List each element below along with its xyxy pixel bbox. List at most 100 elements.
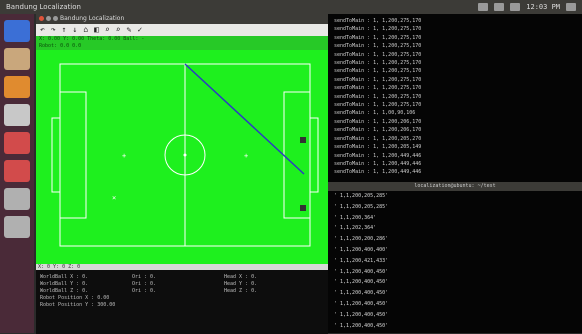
terminal-line: sendToMain : 1, 1,200,205,270 xyxy=(334,135,422,142)
ubuntu-logo-icon[interactable] xyxy=(4,20,30,42)
terminal-line: sendToMain : 1, 1,200,275,170 xyxy=(334,26,422,33)
right-penalty-mark: + xyxy=(244,152,248,160)
toolbar-button-4[interactable]: ⌂ xyxy=(83,24,88,36)
right-goal xyxy=(309,117,319,193)
terminal-line: sendToMain : 1, 1,200,205,149 xyxy=(334,144,422,151)
soccer-field-canvas[interactable]: + + × xyxy=(36,50,328,264)
terminal-line: sendToMain : 1, 1,200,275,170 xyxy=(334,68,422,75)
terminal-line: ' 1,1,200,400,450' xyxy=(334,311,389,318)
terminal-icon[interactable] xyxy=(4,188,30,210)
info-cell: Head Z : 0. xyxy=(224,288,258,294)
info-row: Robot Position Y : 300.00 xyxy=(40,302,324,309)
close-icon[interactable] xyxy=(39,16,44,21)
info-cell: Robot Position X : 0.00 xyxy=(40,295,110,301)
terminal-line: ' 1,1,200,400,450' xyxy=(334,300,389,307)
info-panel: WorldBall X : 0. Ori : 0. Head X : 0. World… xyxy=(36,270,328,334)
system-tray: 12:03 PM xyxy=(478,0,576,14)
terminal-line: sendToMain : 1, 1,200,275,170 xyxy=(334,60,422,67)
info-cell: Robot Position Y : 300.00 xyxy=(40,302,116,308)
terminal-line: sendToMain : 1, 1,200,275,170 xyxy=(334,51,422,58)
info-cell: WorldBall X : 0. xyxy=(40,274,89,280)
mail-icon[interactable] xyxy=(478,3,489,11)
toolbar-button-0[interactable]: ↶ xyxy=(40,24,45,36)
terminal-line: sendToMain : 1, 1,200,206,170 xyxy=(334,127,422,134)
launcher-sidebar xyxy=(0,14,34,333)
clock[interactable]: 12:03 PM xyxy=(526,0,560,14)
workspace-icon[interactable] xyxy=(4,216,30,238)
network-icon[interactable] xyxy=(494,3,505,11)
toolbar-button-5[interactable]: ◧ xyxy=(94,24,99,36)
info-row: WorldBall Y : 0. Ori : 0. Head Y : 0. xyxy=(40,281,324,288)
app-title: Bandung Localization xyxy=(60,15,125,22)
app-titlebar: Bandung Localization xyxy=(36,14,328,24)
toolbar-button-6[interactable]: ⌕ xyxy=(105,24,110,36)
center-spot xyxy=(183,153,187,157)
toolbar-button-1[interactable]: ↷ xyxy=(51,24,56,36)
presentation-icon[interactable] xyxy=(4,160,30,182)
terminal-line: ' 1,1,200,400,450' xyxy=(334,290,389,297)
info-cell: Ori : 0. xyxy=(132,274,157,280)
terminal-line: sendToMain : 1, 1,200,449,446 xyxy=(334,169,422,176)
terminal-line: sendToMain : 1, 1,200,275,170 xyxy=(334,93,422,100)
info-cell: Ori : 0. xyxy=(132,288,157,294)
media-icon[interactable] xyxy=(4,132,30,154)
terminal-output-2[interactable]: localization@ubuntu: ~/test ' 1,1,200,20… xyxy=(328,182,582,333)
terminal-line: ' 1,1,202,364' xyxy=(334,225,377,232)
settings-icon[interactable] xyxy=(4,104,30,126)
terminal-line: sendToMain : 1, 1,200,275,170 xyxy=(334,34,422,41)
terminal-line: ' 1,1,200,400,450' xyxy=(334,279,389,286)
landmark-bottom xyxy=(300,205,306,211)
status-line-2: Robot: 0.0 0.0 xyxy=(39,43,82,49)
info-cell: Ori : 0. xyxy=(132,281,157,287)
terminal-output-1[interactable]: sendToMain : 1, 1,200,275,170 sendToMain … xyxy=(328,14,582,182)
files-icon[interactable] xyxy=(4,48,30,70)
terminal-2-body: ' 1,1,200,205,285' ' 1,1,200,205,285' ' 1,… xyxy=(328,191,582,331)
terminal-line: sendToMain : 1, 1,00,90,106 xyxy=(334,110,416,117)
localization-window: Bandung Localization ↶ ↷ ↑ ↓ ⌂ ◧ ⌕ ⌕ ✎ ✓ X: 0.00 … xyxy=(36,14,328,334)
left-goal xyxy=(51,117,61,193)
maximize-icon[interactable] xyxy=(53,16,58,21)
toolbar-button-3[interactable]: ↓ xyxy=(72,24,77,36)
toolbar-button-8[interactable]: ✎ xyxy=(127,24,132,36)
terminal-line: sendToMain : 1, 1,200,275,170 xyxy=(334,18,422,24)
gear-icon[interactable] xyxy=(566,3,576,11)
system-top-bar: Bandung Localization 12:03 PM xyxy=(0,0,582,14)
info-cell: WorldBall Y : 0. xyxy=(40,281,89,287)
right-penalty-area xyxy=(283,91,311,219)
info-row: WorldBall Z : 0. Ori : 0. Head Z : 0. xyxy=(40,288,324,295)
left-penalty-area xyxy=(59,91,87,219)
terminal-line: ' 1,1,200,200,286' xyxy=(334,236,389,243)
window-title: Bandung Localization xyxy=(6,3,81,11)
toolbar-button-7[interactable]: ⌕ xyxy=(116,24,121,36)
terminal-line: sendToMain : 1, 1,200,449,446 xyxy=(334,160,422,167)
terminal-line: sendToMain : 1, 1,200,206,170 xyxy=(334,118,422,125)
terminal-line: ' 1,1,200,205,285' xyxy=(334,193,389,199)
toolbar-button-9[interactable]: ✓ xyxy=(137,24,142,36)
left-penalty-mark: + xyxy=(122,152,126,160)
landmark-top xyxy=(300,137,306,143)
volume-icon[interactable] xyxy=(510,3,521,11)
minimize-icon[interactable] xyxy=(46,16,51,21)
firefox-icon[interactable] xyxy=(4,76,30,98)
toolbar: ↶ ↷ ↑ ↓ ⌂ ◧ ⌕ ⌕ ✎ ✓ xyxy=(36,24,328,36)
status-line-1: X: 0.00 Y: 0.00 Theta: 0.00 Ball: - xyxy=(39,36,145,42)
info-row: WorldBall X : 0. Ori : 0. Head X : 0. xyxy=(40,274,324,281)
terminal-line: sendToMain : 1, 1,200,275,170 xyxy=(334,102,422,109)
terminal-line: sendToMain : 1, 1,200,275,170 xyxy=(334,76,422,83)
toolbar-button-2[interactable]: ↑ xyxy=(62,24,67,36)
status-rows: X: 0.00 Y: 0.00 Theta: 0.00 Ball: - Robo… xyxy=(36,36,328,50)
terminal-line: ' 1,1,200,400,400' xyxy=(334,246,389,253)
info-cell: WorldBall Z : 0. xyxy=(40,288,89,294)
info-cell xyxy=(132,302,214,309)
terminal-line: ' 1,1,200,364' xyxy=(334,214,377,221)
info-cell: Head Y : 0. xyxy=(224,281,258,287)
info-cell xyxy=(224,302,306,309)
terminal-line: ' 1,1,200,400,450' xyxy=(334,322,389,329)
field-drawing: + + × xyxy=(51,63,319,247)
robot-marker: × xyxy=(112,194,116,202)
terminal-line: ' 1,1,200,421,433' xyxy=(334,257,389,264)
terminal-line: ' 1,1,200,205,285' xyxy=(334,203,389,210)
window-controls xyxy=(39,16,58,21)
info-cell xyxy=(224,295,306,302)
info-cell xyxy=(132,295,214,302)
